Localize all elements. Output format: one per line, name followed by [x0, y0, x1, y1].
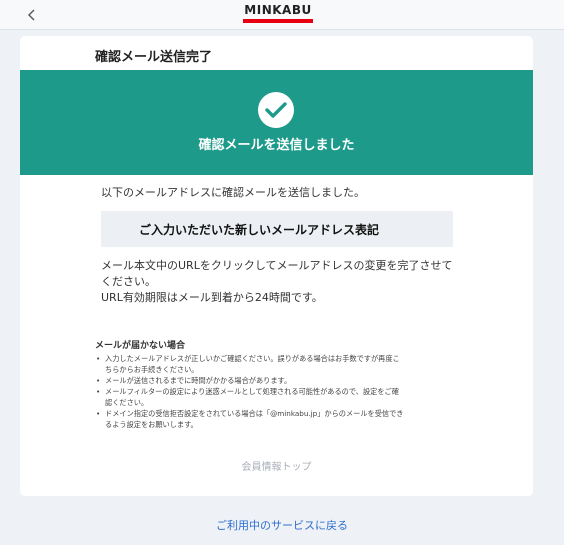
minkabu-logo[interactable]: MINKABU — [243, 4, 313, 23]
chevron-left-icon — [28, 9, 35, 21]
confirmation-card: 確認メール送信完了 確認メールを送信しました 以下のメールアドレスに確認メールを… — [20, 36, 533, 496]
help-title: メールが届かない場合 — [95, 341, 186, 351]
list-item: メールが送信されるまでに時間がかかる場合があります。 — [95, 375, 465, 386]
return-to-service-link[interactable]: ご利用中のサービスに戻る — [0, 517, 564, 533]
instruction-line: ください。 — [101, 275, 156, 288]
logo-underline — [243, 19, 313, 23]
help-list: 入力したメールアドレスが正しいかご確認ください。誤りがある場合はお手数ですが再度… — [95, 353, 465, 430]
check-circle-icon — [258, 92, 294, 128]
list-item: ドメイン指定の受信拒否設定をされている場合は「@minkabu.jp」からのメー… — [95, 408, 465, 430]
instruction-line: メール本文中のURLをクリックしてメールアドレスの変更を完了させて — [101, 259, 453, 272]
list-item-line: るよう設定をお願いします。 — [105, 420, 198, 429]
list-item-line: メールが送信されるまでに時間がかかる場合があります。 — [105, 376, 292, 385]
list-item-line: メールフィルターの設定により迷惑メールとして処理される可能性があるので、設定をご… — [105, 387, 399, 396]
top-bar: MINKABU — [0, 0, 564, 30]
email-address-text: ご入力いただいた新しいメールアドレス表記 — [139, 222, 380, 237]
instruction-line: URL有効期限はメール到着から24時間です。 — [101, 291, 323, 304]
list-item-line: 入力したメールアドレスが正しいかご確認ください。誤りがある場合はお手数ですが再度… — [105, 354, 400, 363]
list-item-line: ちらからお手続きください。 — [105, 365, 199, 374]
logo-text: MINKABU — [244, 3, 312, 17]
intro-text: 以下のメールアドレスに確認メールを送信しました。 — [101, 186, 365, 199]
back-button[interactable] — [22, 5, 42, 25]
list-item-line: 認ください。 — [105, 398, 149, 407]
list-item: 入力したメールアドレスが正しいかご確認ください。誤りがある場合はお手数ですが再度… — [95, 353, 465, 375]
member-top-link[interactable]: 会員情報トップ — [20, 458, 533, 473]
list-item: メールフィルターの設定により迷惑メールとして処理される可能性があるので、設定をご… — [95, 386, 465, 408]
page-title: 確認メール送信完了 — [95, 50, 213, 65]
list-item-line: ドメイン指定の受信拒否設定をされている場合は「@minkabu.jp」からのメー… — [105, 409, 404, 418]
success-banner: 確認メールを送信しました — [20, 70, 533, 175]
email-address-display: ご入力いただいた新しいメールアドレス表記 — [101, 211, 453, 247]
instructions-text: メール本文中のURLをクリックしてメールアドレスの変更を完了させて ください。 … — [101, 258, 461, 306]
banner-message: 確認メールを送信しました — [198, 138, 355, 153]
